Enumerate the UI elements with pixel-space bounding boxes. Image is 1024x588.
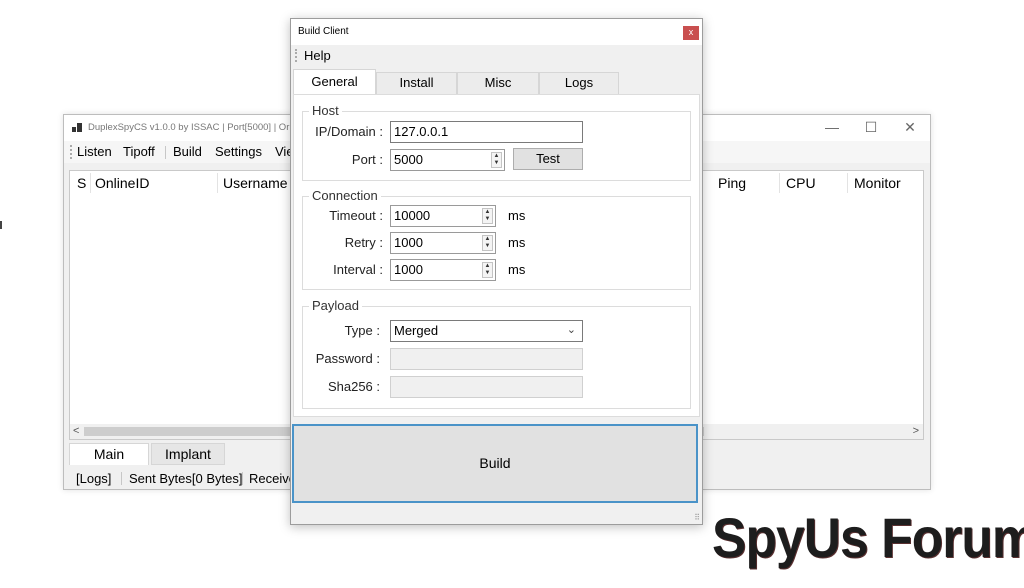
dialog-tabstrip: General Install Misc Logs [291, 69, 702, 95]
menu-tipoff[interactable]: Tipoff [123, 144, 155, 159]
scroll-left-icon[interactable]: < [73, 425, 79, 437]
spin-arrows-icon[interactable]: ▲ ▼ [482, 208, 493, 224]
status-separator [242, 472, 243, 485]
menu-grip-icon [295, 49, 297, 62]
menu-separator [165, 146, 166, 159]
interval-unit: ms [508, 262, 526, 277]
dialog-menubar: Help [291, 45, 702, 67]
password-label: Password : [315, 351, 380, 366]
host-group-title: Host [309, 103, 342, 118]
timeout-label: Timeout : [329, 208, 383, 223]
port-value: 5000 [394, 152, 423, 167]
build-button[interactable]: Build [292, 424, 698, 503]
column-divider[interactable] [779, 173, 780, 193]
close-icon[interactable]: ✕ [895, 118, 925, 136]
sha256-label: Sha256 : [327, 379, 380, 394]
retry-label: Retry : [344, 235, 383, 250]
resize-grip-icon[interactable]: ⠿ [694, 513, 700, 522]
dialog-title: Build Client [298, 26, 349, 37]
edge-mark [0, 221, 2, 229]
ip-domain-label: IP/Domain : [315, 124, 383, 139]
payload-group-title: Payload [309, 298, 362, 313]
interval-label: Interval : [333, 262, 383, 277]
tab-main[interactable]: Main [69, 443, 149, 465]
tab-install[interactable]: Install [376, 72, 457, 94]
connection-group: Connection Timeout : 10000 ▲ ▼ ms Retry :… [302, 188, 691, 290]
type-selected-value: Merged [394, 323, 439, 338]
menu-help[interactable]: Help [304, 48, 331, 63]
timeout-stepper[interactable]: 10000 ▲ ▼ [390, 205, 496, 227]
minimize-icon[interactable]: — [817, 118, 847, 136]
menu-grip-icon [70, 145, 72, 159]
type-label: Type : [344, 323, 380, 338]
column-monitor[interactable]: Monitor [854, 175, 901, 191]
status-received-bytes: Receive [249, 471, 296, 486]
dialog-close-icon[interactable]: x [683, 26, 699, 40]
spin-arrows-icon[interactable]: ▲ ▼ [482, 235, 493, 251]
retry-value: 1000 [394, 235, 423, 250]
menu-listen[interactable]: Listen [77, 144, 112, 159]
timeout-unit: ms [508, 208, 526, 223]
interval-value: 1000 [394, 262, 423, 277]
main-window-title: DuplexSpyCS v1.0.0 by ISSAC | Port[5000]… [88, 122, 290, 133]
tab-implant[interactable]: Implant [151, 443, 225, 465]
status-logs[interactable]: [Logs] [76, 471, 111, 486]
tab-misc[interactable]: Misc [457, 72, 539, 94]
watermark-logo: SpyUs Forum [712, 506, 1024, 569]
payload-group: Payload Type : Merged ⌄ Password : Sha25… [302, 298, 691, 409]
tab-logs[interactable]: Logs [539, 72, 619, 94]
menu-settings[interactable]: Settings [215, 144, 262, 159]
connection-group-title: Connection [309, 188, 381, 203]
column-status[interactable]: S [77, 175, 86, 191]
column-divider[interactable] [217, 173, 218, 193]
ip-domain-input[interactable]: 127.0.0.1 [390, 121, 583, 143]
spin-arrows-icon[interactable]: ▲ ▼ [491, 152, 502, 168]
column-username[interactable]: Username [223, 175, 288, 191]
column-divider[interactable] [847, 173, 848, 193]
app-icon [72, 123, 82, 133]
test-button[interactable]: Test [513, 148, 583, 170]
tab-general[interactable]: General [293, 69, 376, 95]
status-sent-bytes: Sent Bytes[0 Bytes] [129, 471, 243, 486]
column-cpu[interactable]: CPU [786, 175, 816, 191]
build-client-dialog: Build Client x Help General Install Misc… [290, 18, 703, 525]
port-stepper[interactable]: 5000 ▲ ▼ [390, 149, 505, 171]
column-ping[interactable]: Ping [718, 175, 746, 191]
chevron-down-icon: ⌄ [566, 324, 576, 336]
maximize-icon[interactable]: ☐ [856, 118, 886, 136]
type-select[interactable]: Merged ⌄ [390, 320, 583, 342]
interval-stepper[interactable]: 1000 ▲ ▼ [390, 259, 496, 281]
port-label: Port : [351, 152, 383, 167]
scroll-right-icon[interactable]: > [913, 425, 919, 437]
password-input[interactable] [390, 348, 583, 370]
dialog-titlebar[interactable]: Build Client x [291, 19, 702, 45]
retry-stepper[interactable]: 1000 ▲ ▼ [390, 232, 496, 254]
menu-build[interactable]: Build [173, 144, 202, 159]
timeout-value: 10000 [394, 208, 431, 223]
general-tab-panel: Host IP/Domain : 127.0.0.1 Port : 5000 ▲… [293, 94, 700, 417]
column-divider[interactable] [90, 173, 91, 193]
retry-unit: ms [508, 235, 526, 250]
host-group: Host IP/Domain : 127.0.0.1 Port : 5000 ▲… [302, 103, 691, 181]
spin-arrows-icon[interactable]: ▲ ▼ [482, 262, 493, 278]
sha256-input[interactable] [390, 376, 583, 398]
column-onlineid[interactable]: OnlineID [95, 175, 149, 191]
status-separator [121, 472, 122, 485]
